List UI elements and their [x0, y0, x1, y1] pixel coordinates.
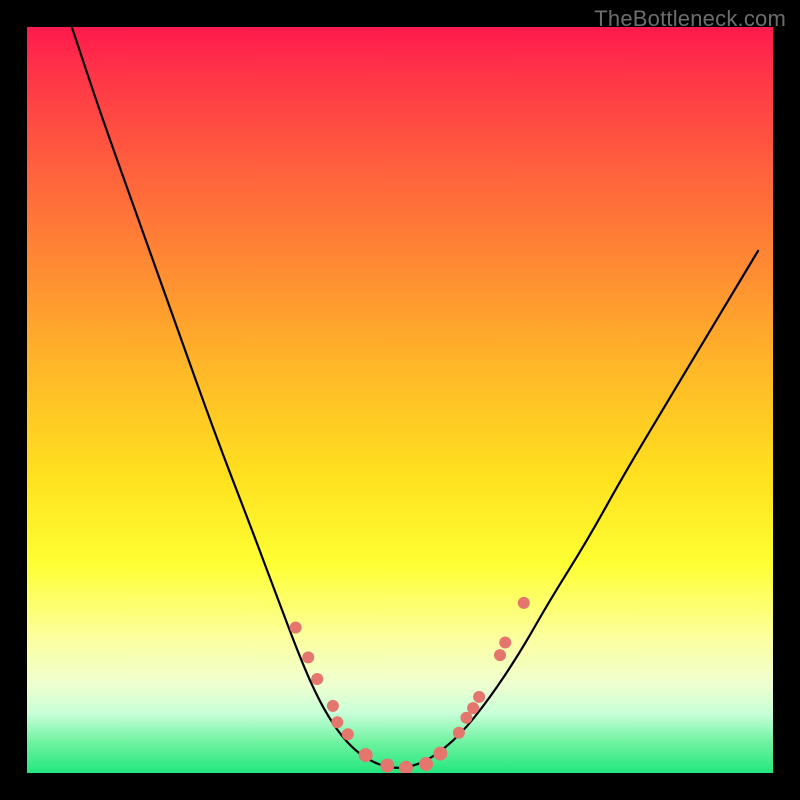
chart-plot-area [27, 27, 773, 773]
marker-dot [327, 700, 339, 712]
marker-dot [399, 761, 413, 773]
marker-dot [380, 759, 394, 773]
marker-dot [342, 728, 354, 740]
marker-dot [290, 622, 302, 634]
marker-dot [433, 747, 447, 761]
marker-dot [331, 716, 343, 728]
watermark-text: TheBottleneck.com [594, 6, 786, 32]
marker-dot [494, 649, 506, 661]
marker-dot [460, 712, 472, 724]
marker-dot [311, 673, 323, 685]
marker-dot [473, 691, 485, 703]
marker-group [290, 597, 530, 773]
marker-dot [359, 748, 373, 762]
marker-dot [467, 702, 479, 714]
marker-dot [419, 757, 433, 771]
marker-dot [518, 597, 530, 609]
marker-dot [453, 727, 465, 739]
marker-dot [499, 637, 511, 649]
marker-dot [302, 651, 314, 663]
chart-svg [27, 27, 773, 773]
bottleneck-curve [72, 27, 758, 768]
